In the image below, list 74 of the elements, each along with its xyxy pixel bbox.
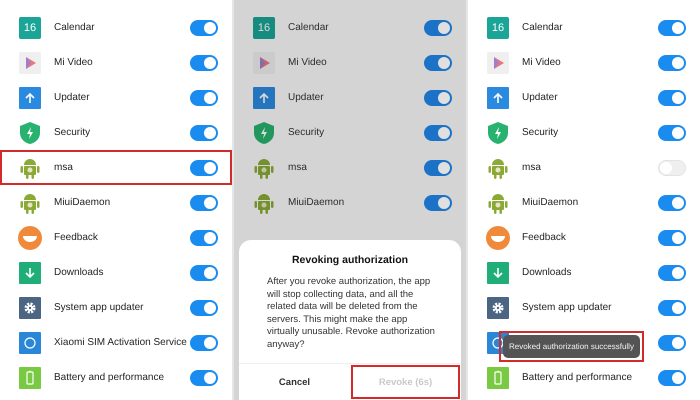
app-name: Mi Video — [54, 57, 93, 68]
toggle-switch[interactable] — [658, 230, 686, 246]
toggle-switch[interactable] — [424, 160, 452, 176]
toggle-switch[interactable] — [190, 20, 218, 36]
app-name: msa — [522, 162, 541, 173]
smile-icon — [486, 226, 510, 250]
app-name: Calendar — [522, 22, 563, 33]
shield-icon — [253, 120, 275, 144]
app-name: Feedback — [54, 232, 98, 243]
toggle-switch[interactable] — [424, 54, 452, 70]
app-name: Battery and performance — [522, 372, 632, 383]
toggle-switch[interactable] — [424, 90, 452, 106]
app-name: MiuiDaemon — [288, 197, 344, 208]
message-toast: Revoked authorization successfully — [503, 335, 640, 358]
app-name: Calendar — [288, 22, 329, 33]
shield-icon — [19, 120, 41, 144]
app-name: Security — [288, 127, 324, 138]
toggle-switch[interactable] — [658, 20, 686, 36]
toggle-switch[interactable] — [658, 370, 686, 386]
toggle-switch[interactable] — [190, 334, 218, 350]
calendar-icon: 16 — [253, 16, 275, 38]
app-name: Mi Video — [288, 57, 327, 68]
play-icon — [19, 52, 41, 74]
toggle-switch[interactable] — [658, 124, 686, 140]
app-name: Updater — [288, 92, 324, 103]
toggle-switch[interactable] — [190, 194, 218, 210]
shield-icon — [487, 120, 509, 144]
toggle-switch[interactable] — [190, 264, 218, 280]
gear-icon — [487, 296, 509, 318]
app-name: MiuiDaemon — [54, 197, 110, 208]
app-name: Downloads — [522, 267, 572, 278]
toggle-switch[interactable] — [424, 20, 452, 36]
smile-icon — [18, 226, 42, 250]
toggle-switch[interactable] — [658, 334, 686, 350]
toggle-switch[interactable] — [424, 124, 452, 140]
toggle-switch[interactable] — [424, 194, 452, 210]
app-name: Feedback — [522, 232, 566, 243]
toggle-switch[interactable] — [190, 54, 218, 70]
toggle-switch[interactable] — [658, 90, 686, 106]
cancel-button[interactable]: Cancel — [239, 364, 350, 400]
calendar-icon: 16 — [19, 16, 41, 38]
app-name: Updater — [54, 92, 90, 103]
toggle-switch[interactable] — [658, 194, 686, 210]
play-icon — [253, 52, 275, 74]
toggle-switch[interactable] — [658, 54, 686, 70]
app-name: MiuiDaemon — [522, 197, 578, 208]
app-name: Calendar — [54, 22, 95, 33]
battery-icon — [487, 366, 509, 388]
toggle-switch[interactable] — [190, 370, 218, 386]
app-name: System app updater — [522, 302, 612, 313]
app-name: Security — [522, 127, 558, 138]
toggle-switch[interactable] — [658, 160, 686, 176]
app-name: Mi Video — [522, 57, 561, 68]
app-name: Updater — [522, 92, 558, 103]
toggle-switch[interactable] — [658, 300, 686, 316]
dialog-title: Revoking authorization — [290, 254, 410, 266]
app-name: Xiaomi SIM Activation Service — [54, 337, 187, 348]
app-name: Security — [54, 127, 90, 138]
app-name: msa — [54, 162, 73, 173]
calendar-icon: 16 — [487, 16, 509, 38]
app-name: Downloads — [54, 267, 104, 278]
battery-icon — [19, 366, 41, 388]
toggle-switch[interactable] — [190, 90, 218, 106]
toggle-switch[interactable] — [190, 124, 218, 140]
toggle-switch[interactable] — [658, 264, 686, 280]
app-name: msa — [288, 162, 307, 173]
toggle-switch[interactable] — [190, 160, 218, 176]
dialog-message: After you revoke authorization, the app will stop collecting data, and all the related data will be deleted from the servers. This might make the app virtually unusable. Revoke authorization anyway? — [266, 276, 436, 352]
play-icon — [487, 52, 509, 74]
toggle-switch[interactable] — [190, 230, 218, 246]
app-name: System app updater — [54, 302, 144, 313]
app-name: Battery and performance — [54, 372, 164, 383]
gear-icon — [19, 296, 41, 318]
toggle-switch[interactable] — [190, 300, 218, 316]
